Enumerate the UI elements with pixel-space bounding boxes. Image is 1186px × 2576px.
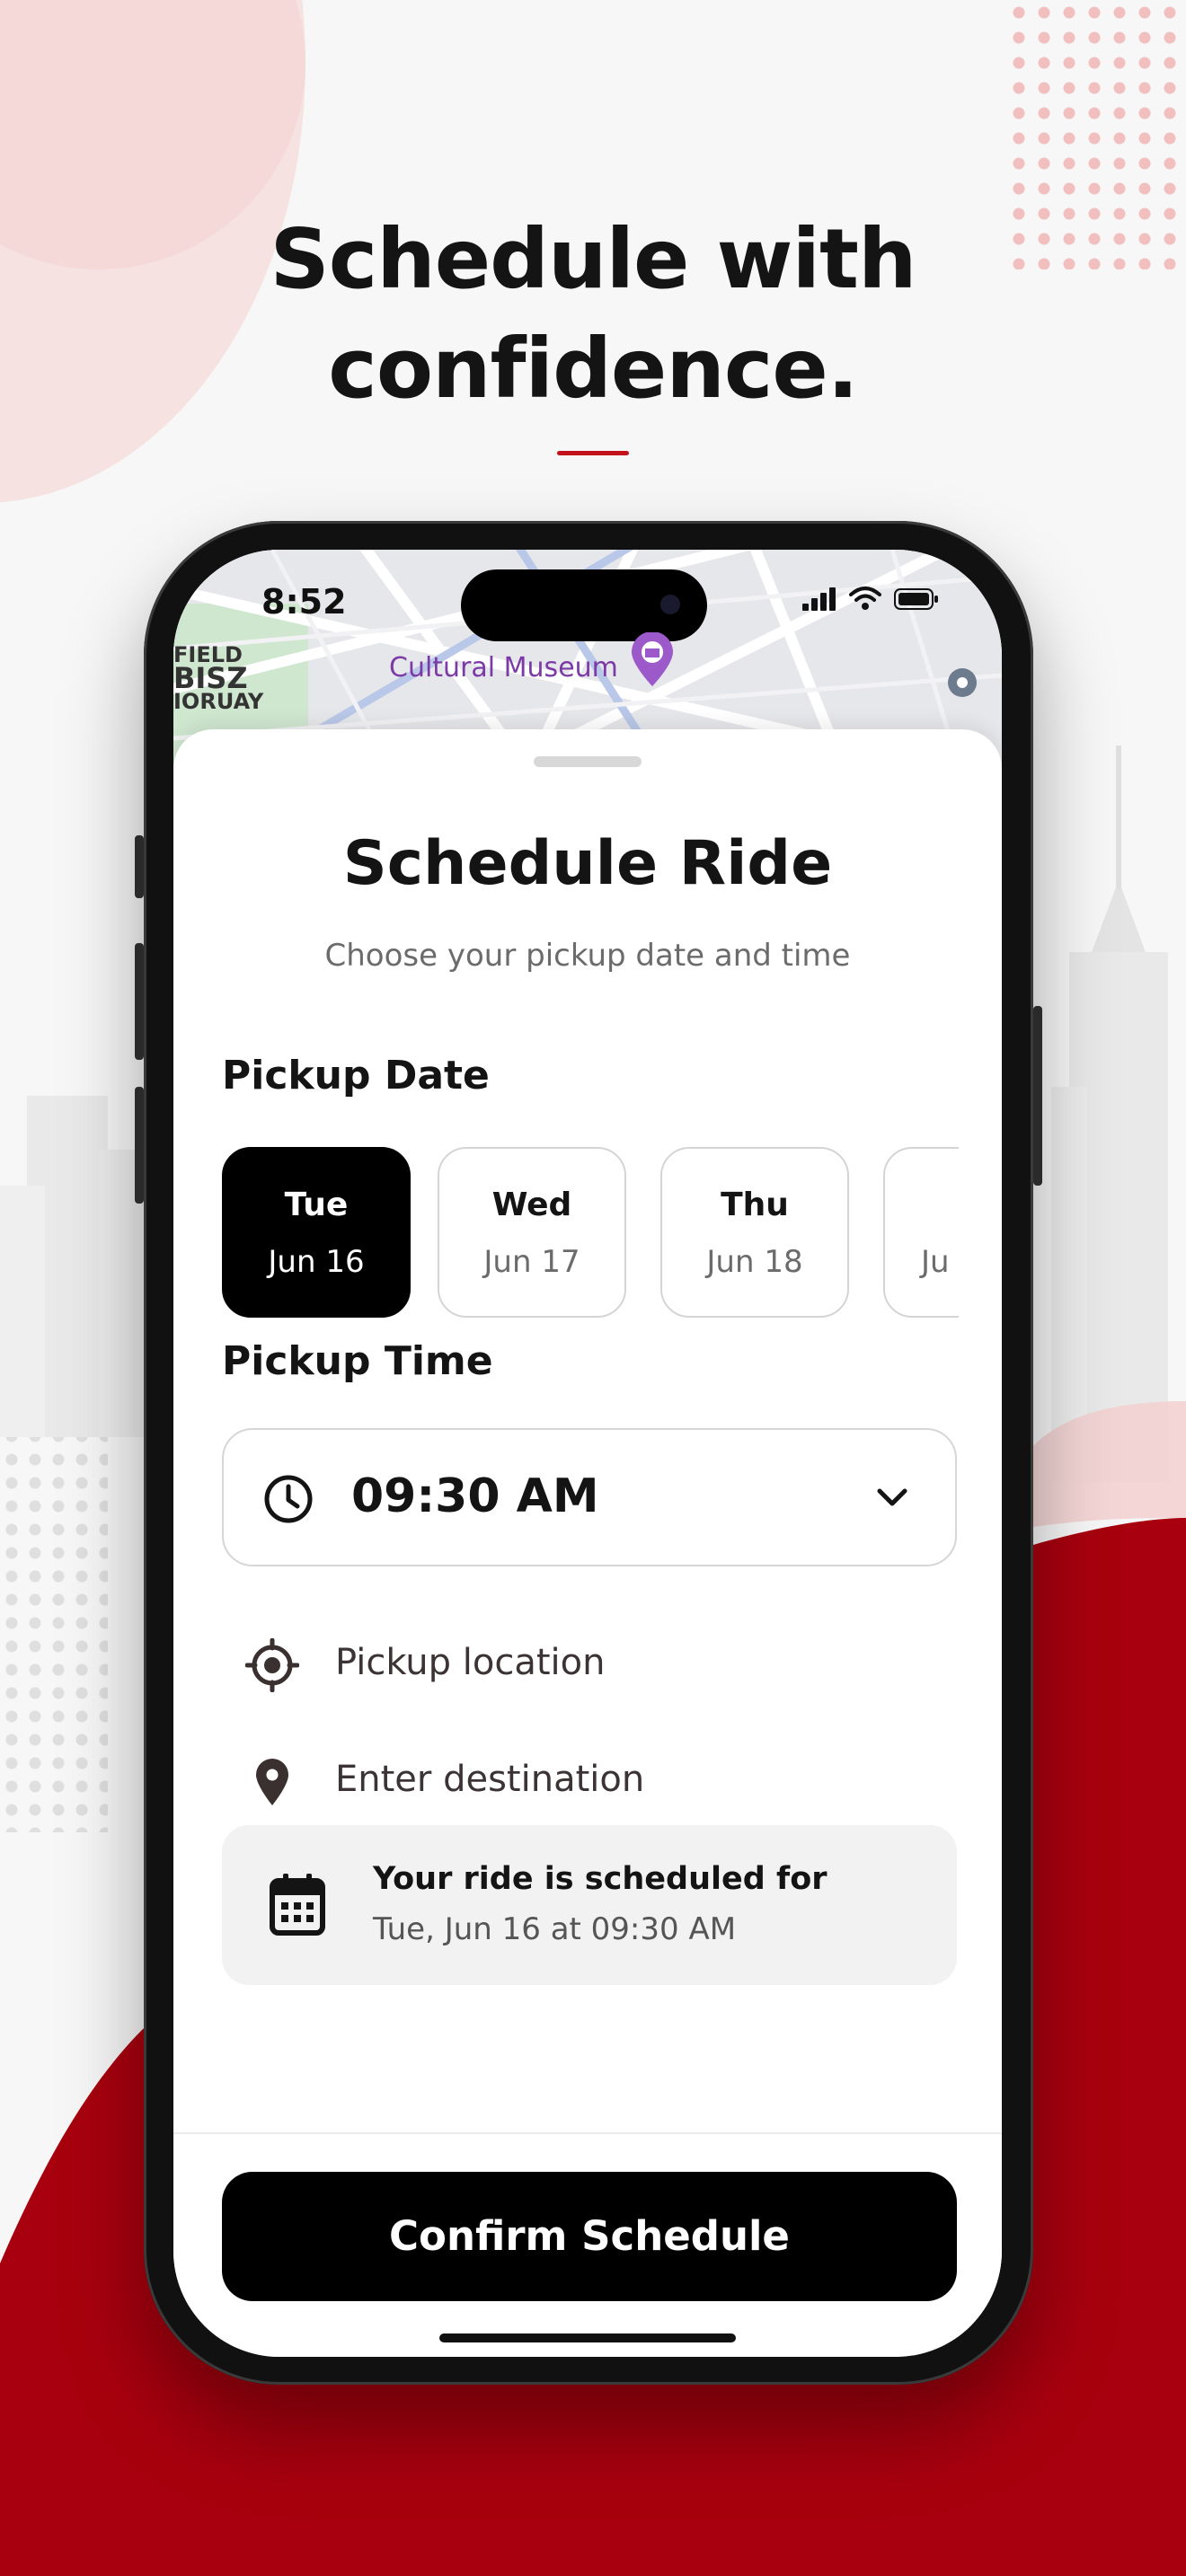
date-option-date: Ju [921,1244,950,1280]
headline-line-2: confidence. [328,321,858,417]
pickup-location-placeholder: Pickup location [335,1642,606,1683]
date-option[interactable]: Thu Jun 18 [660,1147,849,1318]
home-indicator[interactable] [439,2333,736,2342]
date-option-day: Thu [721,1187,789,1223]
phone-side-button [1033,1006,1042,1186]
phone-side-button [135,943,144,1060]
pickup-time-value: 09:30 AM [351,1469,599,1523]
date-picker-strip[interactable]: Tue Jun 16 Wed Jun 17 Thu Jun 18 Ju [222,1147,959,1327]
date-option[interactable]: Ju [883,1147,959,1318]
pickup-location-input[interactable]: Pickup location [222,1628,957,1699]
date-option-selected[interactable]: Tue Jun 16 [222,1147,411,1318]
museum-pin-icon[interactable] [628,632,677,688]
pickup-date-label: Pickup Date [222,1053,490,1098]
map-location-control-icon[interactable] [946,666,978,699]
phone-side-button [135,1087,144,1204]
map-street-label-line: BISZ [173,661,248,695]
headline-underline [557,451,629,455]
schedule-ride-sheet: Schedule Ride Choose your pickup date an… [173,729,1002,2357]
map-pin-icon [256,1759,288,1805]
phone-screen: 8:52 FIELD BISZ IORUAY Cultural Museum S… [173,550,1002,2357]
chevron-down-icon [877,1488,907,1506]
date-option-date: Jun 16 [268,1244,365,1280]
pickup-time-dropdown[interactable]: 09:30 AM [222,1428,957,1566]
signal-icon [802,587,836,611]
battery-icon [894,588,938,610]
status-bar-time: 8:52 [261,582,347,622]
status-bar-icons [802,586,939,611]
map-street-label: FIELD BISZ IORUAY [173,644,264,714]
date-option-date: Jun 18 [706,1244,803,1280]
sheet-subtitle: Choose your pickup date and time [324,938,851,974]
confirm-schedule-button[interactable]: Confirm Schedule [222,2172,957,2301]
date-option[interactable]: Wed Jun 17 [438,1147,626,1318]
sheet-title: Schedule Ride [342,828,833,899]
headline-line-1: Schedule with [270,211,916,307]
phone-side-button [135,835,144,898]
summary-title: Your ride is scheduled for [373,1861,828,1897]
calendar-icon [270,1874,325,1936]
map-poi-label[interactable]: Cultural Museum [389,652,618,684]
date-option-date: Jun 17 [483,1244,580,1280]
dynamic-island [461,569,707,641]
clock-icon [264,1475,313,1523]
camera-dot [660,595,680,614]
date-option-day: Tue [284,1187,349,1223]
sheet-grabber[interactable] [534,756,642,767]
date-option-day: Wed [491,1187,572,1223]
destination-placeholder: Enter destination [335,1759,645,1800]
pickup-time-label: Pickup Time [222,1338,493,1384]
marketing-headline: Schedule with confidence. [0,205,1186,424]
destination-input[interactable]: Enter destination [222,1744,957,1816]
wifi-icon [849,587,881,610]
footer-divider [173,2132,1002,2134]
crosshair-icon [245,1638,299,1692]
summary-detail: Tue, Jun 16 at 09:30 AM [373,1911,737,1947]
map-street-label-line: IORUAY [173,689,264,714]
schedule-summary-card: Your ride is scheduled for Tue, Jun 16 a… [222,1825,957,1985]
